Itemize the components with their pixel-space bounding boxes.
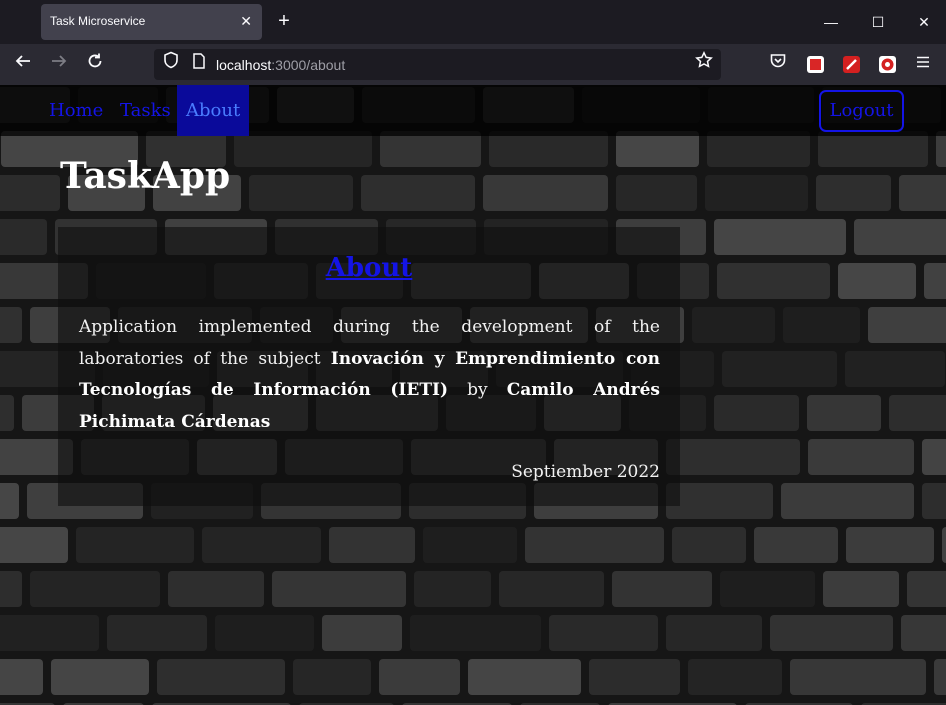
about-heading: About xyxy=(58,253,680,283)
browser-navigation-bar: localhost:3000/about xyxy=(0,44,946,85)
app-navbar: Home Tasks About Logout xyxy=(0,85,946,136)
star-icon[interactable] xyxy=(691,51,717,77)
nav-link-tasks[interactable]: Tasks xyxy=(111,85,180,136)
browser-tab-bar: Task Microservice ✕ + — ☐ ✕ xyxy=(0,0,946,44)
extension-icon[interactable] xyxy=(843,56,860,73)
forward-icon[interactable] xyxy=(46,52,72,78)
about-card: About Application implemented during the… xyxy=(58,227,680,506)
about-by: by xyxy=(467,380,488,400)
pocket-icon[interactable] xyxy=(765,52,791,78)
reload-icon[interactable] xyxy=(82,52,108,78)
tab-title: Task Microservice xyxy=(50,14,146,28)
nav-link-home[interactable]: Home xyxy=(40,85,112,136)
menu-icon[interactable] xyxy=(910,52,936,78)
minimize-icon[interactable]: — xyxy=(819,10,843,34)
back-icon[interactable] xyxy=(10,52,36,78)
page-icon[interactable] xyxy=(186,51,212,77)
close-window-icon[interactable]: ✕ xyxy=(912,10,936,34)
address-bar[interactable]: localhost:3000/about xyxy=(154,49,721,80)
browser-tab[interactable]: Task Microservice ✕ xyxy=(41,4,262,40)
maximize-icon[interactable]: ☐ xyxy=(866,10,890,34)
url-text: localhost:3000/about xyxy=(216,57,345,73)
about-heading-text: About xyxy=(325,253,413,283)
about-date: Septiember 2022 xyxy=(511,462,660,482)
logout-button[interactable]: Logout xyxy=(819,90,904,132)
about-description: Application implemented during the devel… xyxy=(79,312,660,438)
url-host: localhost xyxy=(216,57,272,73)
brand-title: TaskApp xyxy=(60,155,231,197)
shield-icon[interactable] xyxy=(158,51,184,77)
page-viewport: Home Tasks About Logout TaskApp About Ap… xyxy=(0,85,946,705)
url-path: :3000/about xyxy=(271,57,346,73)
extension-icon[interactable] xyxy=(807,56,824,73)
nav-link-about[interactable]: About xyxy=(177,85,249,136)
new-tab-icon[interactable]: + xyxy=(273,10,295,32)
extension-icon[interactable] xyxy=(879,56,896,73)
tab-close-icon[interactable]: ✕ xyxy=(240,12,252,30)
